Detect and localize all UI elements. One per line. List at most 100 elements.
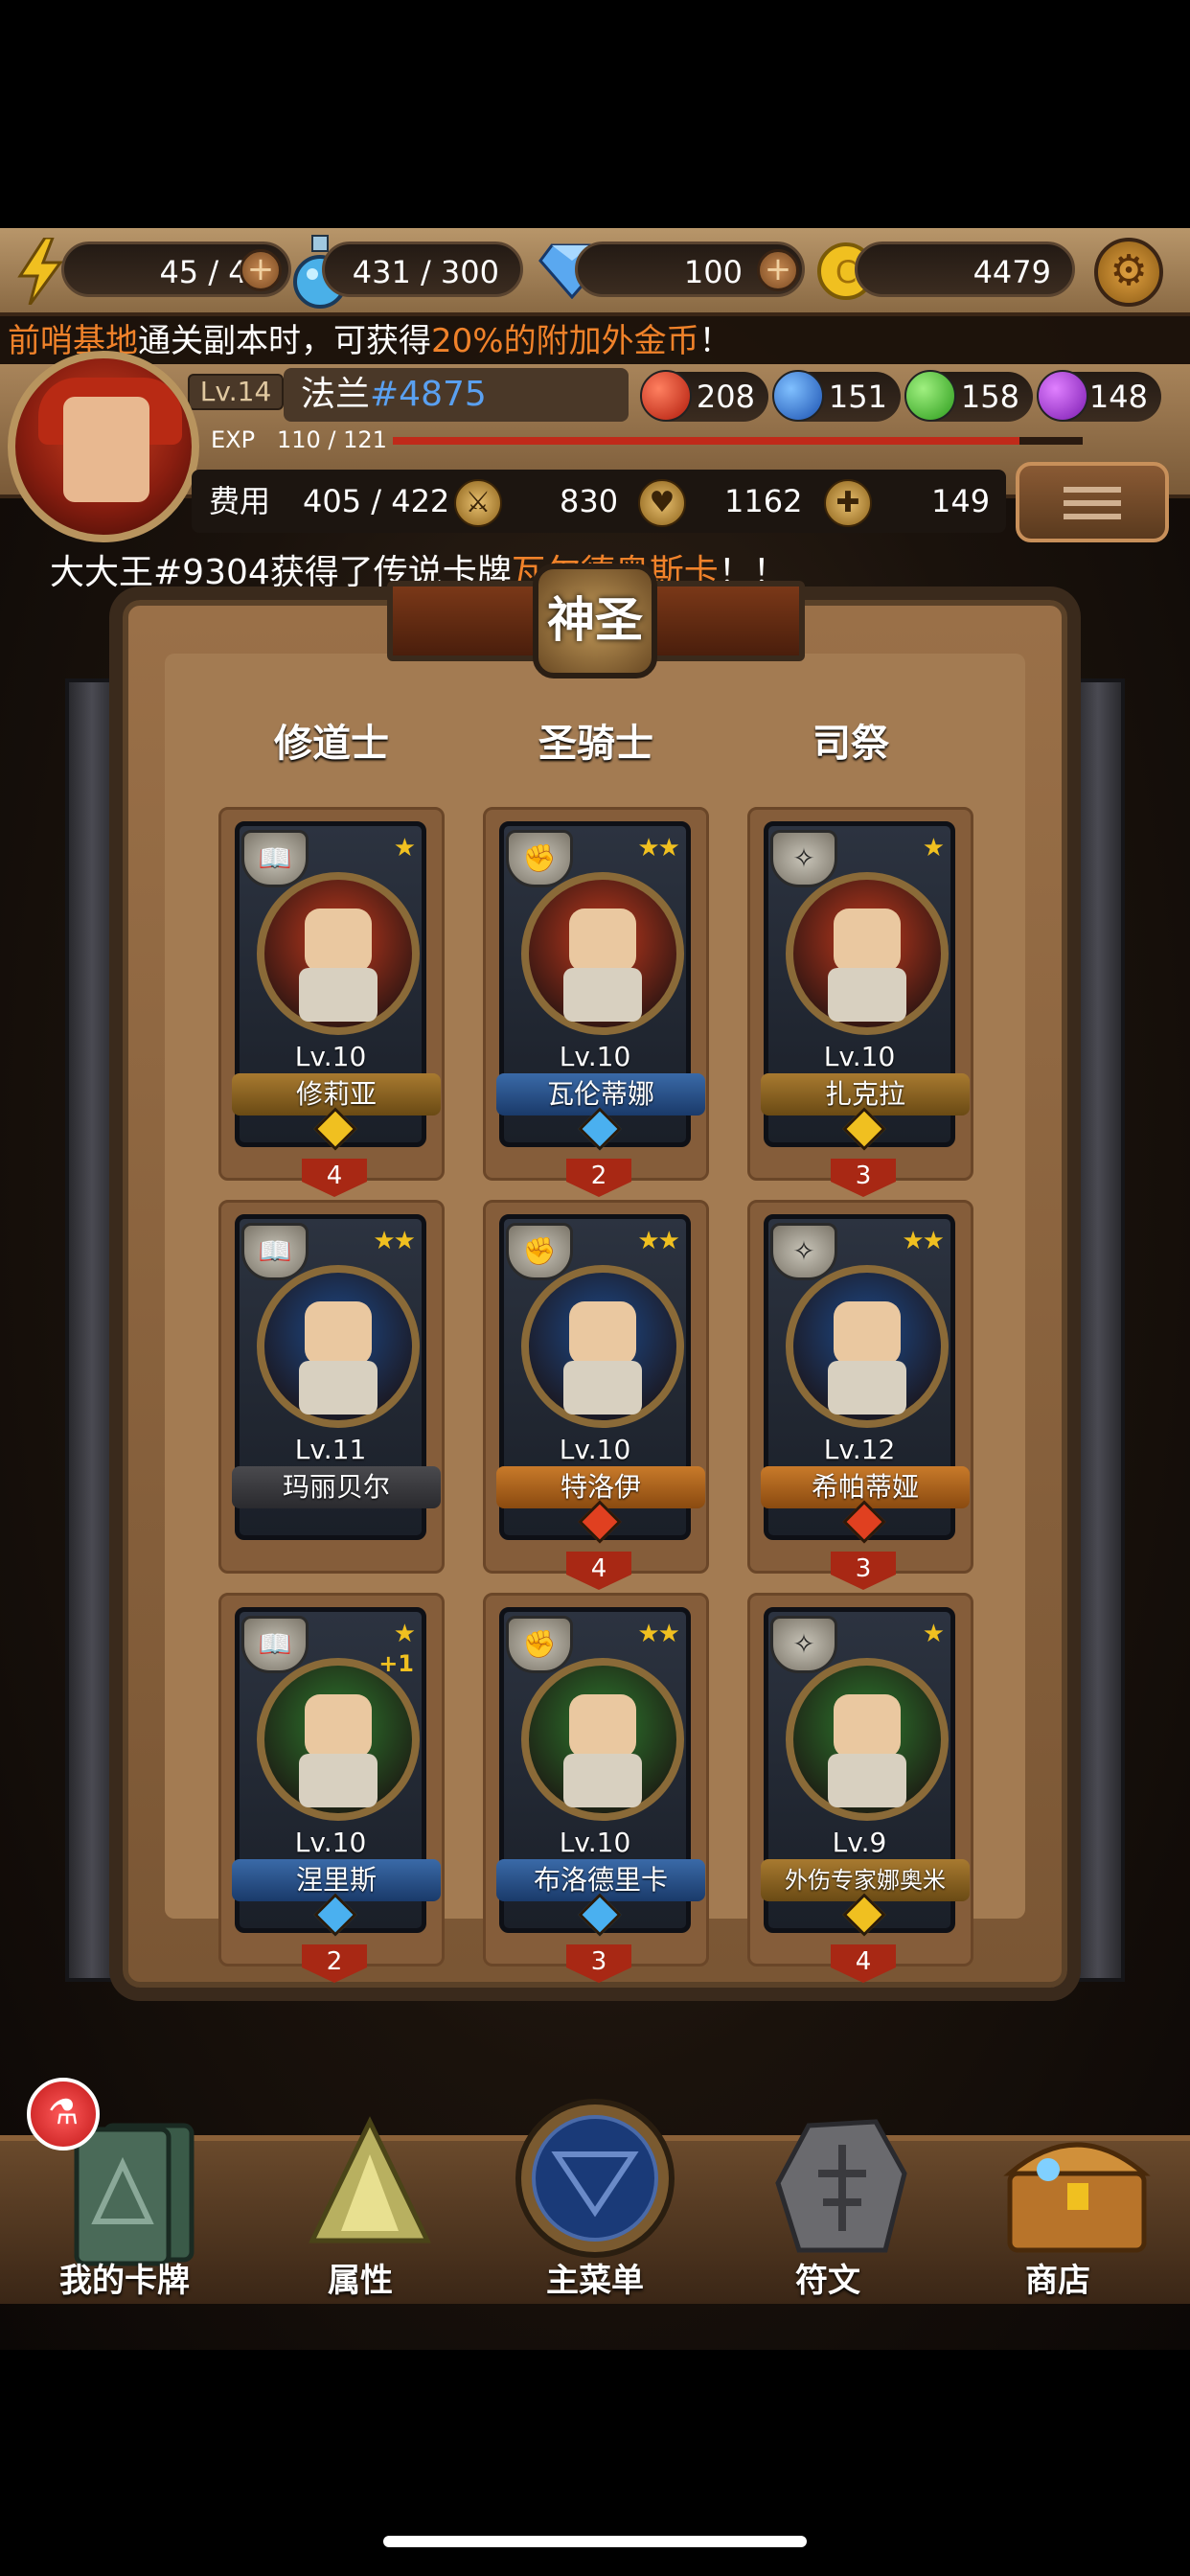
card-slot[interactable]: 📖 ★★ Lv.11 玛丽贝尔 <box>218 1200 445 1574</box>
hero-level: Lv.10 <box>294 1041 367 1072</box>
hero-card[interactable]: ✧ ★ Lv.9 外伤专家娜奥米 <box>761 1607 970 1937</box>
player-name[interactable]: 法兰#4875 <box>284 368 629 422</box>
hero-card[interactable]: ✧ ★★ Lv.12 希帕蒂娅 <box>761 1214 970 1544</box>
hero-portrait <box>257 872 420 1035</box>
hero-portrait <box>521 1265 684 1428</box>
hero-level: Lv.10 <box>559 1434 631 1465</box>
fist-icon: ✊ <box>506 830 573 887</box>
column-header-paladin: 圣骑士 <box>538 722 653 766</box>
energy-icon <box>13 238 67 305</box>
player-level: Lv.14 <box>188 374 284 410</box>
star-rating: ★★ <box>902 1227 945 1255</box>
star-rating: ★★ <box>373 1227 416 1255</box>
exp-progress-bar <box>393 437 1083 445</box>
event-banner: 前哨基地通关副本时，可获得20%的附加外金币！ <box>0 316 1190 366</box>
card-slot[interactable]: 📖 ★ Lv.10 修莉亚 4 <box>218 807 445 1197</box>
left-pillar <box>65 678 119 1982</box>
hero-portrait <box>786 1265 949 1428</box>
hero-card[interactable]: ✧ ★ Lv.10 扎克拉 <box>761 821 970 1151</box>
card-slot[interactable]: ✧ ★ Lv.9 外伤专家娜奥米 4 <box>747 1593 973 1983</box>
sword-icon: ⚔ <box>454 479 502 527</box>
hero-card[interactable]: 📖 ★★ Lv.11 玛丽贝尔 <box>232 1214 441 1540</box>
deck-stats: 费用 405 / 422 ⚔ 830 ♥ 1162 ✚ 149 <box>192 470 1006 533</box>
settings-gear-icon[interactable]: ⚙ <box>1094 238 1163 307</box>
purple-orb-icon <box>1037 370 1088 422</box>
star-rating: ★ <box>393 834 416 862</box>
wings-icon: ✧ <box>770 1616 837 1673</box>
purple-orb-counter: 148 <box>1037 370 1161 422</box>
star-rating: ★ <box>922 1620 945 1648</box>
star-rating: ★ <box>922 834 945 862</box>
fist-icon: ✊ <box>506 1223 573 1280</box>
exp-progress-fill <box>393 437 1020 445</box>
hero-level: Lv.12 <box>823 1434 896 1465</box>
wings-icon: ✧ <box>770 830 837 887</box>
book-icon: 📖 <box>241 1223 309 1280</box>
star-rating: ★★ <box>637 834 680 862</box>
triangle-emblem-icon <box>303 2116 431 2250</box>
hero-level: Lv.10 <box>559 1041 631 1072</box>
add-energy-button[interactable]: + <box>240 249 282 291</box>
star-rating: ★ <box>393 1620 416 1648</box>
card-slot[interactable]: 📖 ★ +1 Lv.10 涅里斯 2 <box>218 1593 445 1983</box>
nav-shop[interactable]: 商店 <box>962 2097 1154 2308</box>
hero-portrait <box>786 1658 949 1821</box>
hero-card[interactable]: 📖 ★ +1 Lv.10 涅里斯 <box>232 1607 441 1937</box>
cost-value: 405 / 422 <box>303 483 450 519</box>
heal-cross-icon: ✚ <box>824 479 872 527</box>
potion-counter: 431 / 300 <box>322 242 523 297</box>
gold-counter: 4479 <box>855 242 1075 297</box>
hero-card[interactable]: ✊ ★★ Lv.10 布洛德里卡 <box>496 1607 705 1937</box>
hero-level: Lv.11 <box>294 1434 367 1465</box>
svg-text:C: C <box>835 254 857 290</box>
attack-value: 830 <box>560 483 619 519</box>
cost-label: 费用 <box>209 483 271 519</box>
star-rating: ★★ <box>637 1620 680 1648</box>
book-icon: 📖 <box>241 1616 309 1673</box>
board-title: 神圣 <box>533 564 657 678</box>
star-rating: ★★ <box>637 1227 680 1255</box>
green-orb-icon <box>904 370 956 422</box>
card-slot[interactable]: ✧ ★★ Lv.12 希帕蒂娅 3 <box>747 1200 973 1590</box>
right-pillar <box>1071 678 1125 1982</box>
nav-attributes[interactable]: 属性 <box>264 2097 456 2308</box>
green-orb-counter: 158 <box>904 370 1033 422</box>
hp-value: 1162 <box>724 483 803 519</box>
nav-runes[interactable]: 符文 <box>732 2097 924 2308</box>
blue-orb-icon <box>772 370 824 422</box>
column-header-priest: 司祭 <box>812 722 889 766</box>
hero-portrait <box>786 872 949 1035</box>
main-menu-emblem-icon <box>509 2097 681 2269</box>
heal-value: 149 <box>931 483 991 519</box>
resource-bar: 45 / 45 + 431 / 300 100 + C 4479 ⚙ <box>0 228 1190 316</box>
hero-level: Lv.10 <box>294 1827 367 1858</box>
hero-level: Lv.10 <box>823 1041 896 1072</box>
game-screen: 45 / 45 + 431 / 300 100 + C 4479 ⚙ 前哨基地通… <box>0 228 1190 2350</box>
hero-card[interactable]: ✊ ★★ Lv.10 特洛伊 <box>496 1214 705 1544</box>
red-orb-icon <box>640 370 692 422</box>
hero-portrait <box>257 1658 420 1821</box>
column-header-monk: 修道士 <box>274 722 389 766</box>
hero-name: 玛丽贝尔 <box>232 1466 441 1508</box>
card-slot[interactable]: ✊ ★★ Lv.10 瓦伦蒂娜 2 <box>483 807 709 1197</box>
hero-portrait <box>257 1265 420 1428</box>
notification-badge: ⚗ <box>27 2078 100 2150</box>
card-slot[interactable]: ✧ ★ Lv.10 扎克拉 3 <box>747 807 973 1197</box>
red-orb-counter: 208 <box>640 370 768 422</box>
player-avatar[interactable] <box>8 351 199 542</box>
nav-main-menu[interactable]: 主菜单 <box>499 2097 691 2308</box>
book-icon: 📖 <box>241 830 309 887</box>
add-gems-button[interactable]: + <box>757 249 799 291</box>
blue-orb-counter: 151 <box>772 370 901 422</box>
heart-icon: ♥ <box>638 479 686 527</box>
hero-card[interactable]: 📖 ★ Lv.10 修莉亚 <box>232 821 441 1151</box>
hamburger-menu-button[interactable] <box>1016 462 1169 542</box>
hero-card[interactable]: ✊ ★★ Lv.10 瓦伦蒂娜 <box>496 821 705 1151</box>
rune-stone-icon <box>770 2116 907 2253</box>
card-slot[interactable]: ✊ ★★ Lv.10 特洛伊 4 <box>483 1200 709 1590</box>
card-slot[interactable]: ✊ ★★ Lv.10 布洛德里卡 3 <box>483 1593 709 1983</box>
wings-icon: ✧ <box>770 1223 837 1280</box>
hero-level: Lv.9 <box>832 1827 887 1858</box>
home-indicator[interactable] <box>383 2536 807 2547</box>
treasure-chest-icon <box>1000 2116 1151 2253</box>
